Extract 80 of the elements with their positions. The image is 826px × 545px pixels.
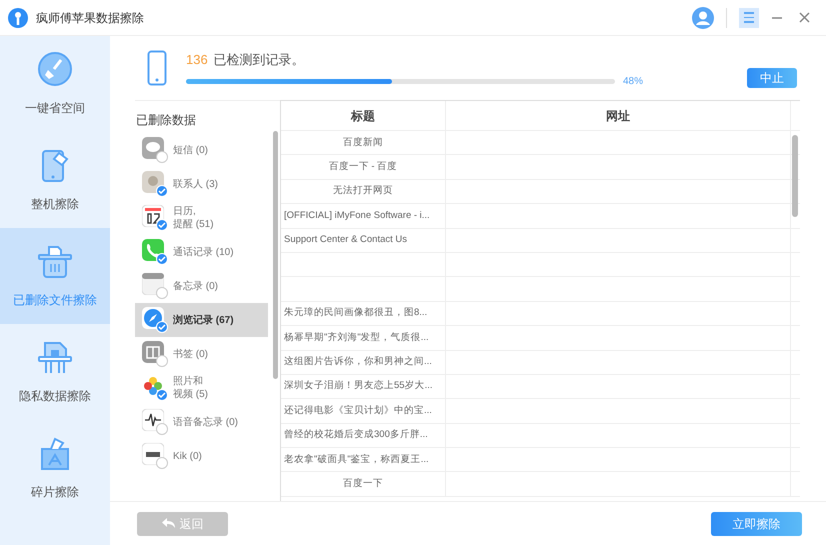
scrollbar[interactable] <box>273 131 278 379</box>
title-cell: 曾经的校花婚后变成300多斤胖... <box>281 424 446 448</box>
category-label: 书签 (0) <box>173 348 208 360</box>
progress-percent: 48% <box>623 75 644 89</box>
title-cell: 这组图片告诉你，你和男神之间... <box>281 350 446 374</box>
user-avatar-icon[interactable] <box>692 6 714 28</box>
category-label: 语音备忘录 (0) <box>173 416 238 428</box>
calendar-app-icon <box>142 205 164 227</box>
trash-icon <box>37 243 73 279</box>
record-count: 136 <box>186 51 208 70</box>
back-arrow-icon <box>162 518 176 529</box>
data-category-item[interactable]: 短信 (0) <box>135 133 268 167</box>
phone-icon <box>147 50 167 86</box>
window-title: 疯师傅苹果数据擦除 <box>36 10 144 26</box>
checkbox[interactable] <box>156 287 168 299</box>
photos-app-icon <box>142 375 164 397</box>
notes-app-icon <box>142 273 164 295</box>
section-heading: 已删除数据 <box>136 112 197 129</box>
category-label: 联系人 (3) <box>173 178 218 190</box>
category-label: 备忘录 (0) <box>173 280 218 292</box>
check-icon <box>158 391 166 399</box>
sidebar-item[interactable]: 一键省空间 <box>0 36 110 132</box>
check-icon <box>158 187 166 195</box>
category-label: Kik (0) <box>173 450 202 462</box>
scan-status-text: 已检测到记录。 <box>214 51 305 70</box>
category-label: 通话记录 (10) <box>173 246 234 258</box>
column-header: 网址 <box>446 101 791 130</box>
title-cell: 无法打开网页 <box>281 180 446 204</box>
menu-button[interactable] <box>739 8 759 28</box>
title-cell: 还记得电影《宝贝计划》中的宝... <box>281 399 446 423</box>
checkbox[interactable] <box>156 151 168 163</box>
sidebar-item[interactable]: 碎片擦除 <box>0 420 110 516</box>
data-category-item[interactable]: 照片和 视频 (5) <box>135 371 268 405</box>
data-category-item[interactable]: 日历, 提醒 (51) <box>135 201 268 235</box>
category-label: 视频 (5) <box>173 388 208 401</box>
stop-button[interactable]: 中止 <box>747 68 797 88</box>
close-icon[interactable] <box>799 12 810 23</box>
message-app-icon <box>142 137 164 159</box>
title-cell: 百度新闻 <box>281 131 446 154</box>
title-cell: [OFFICIAL] iMyFone Software - i... <box>281 204 446 228</box>
contacts-app-icon <box>142 171 164 193</box>
sidebar-item[interactable]: 隐私数据擦除 <box>0 324 110 420</box>
erase-now-button[interactable]: 立即擦除 <box>711 512 802 536</box>
checkbox[interactable] <box>156 457 168 469</box>
title-cell: 深圳女子泪崩！男友恋上55岁大... <box>281 374 446 398</box>
sidebar-item[interactable]: 整机擦除 <box>0 132 110 228</box>
data-category-item[interactable]: 备忘录 (0) <box>135 269 268 303</box>
category-label: 浏览记录 (67) <box>173 314 234 326</box>
title-cell: 杨幂早期"齐刘海"发型，气质很... <box>281 326 446 350</box>
checkbox[interactable] <box>156 423 168 435</box>
title-cell: 朱元璋的民间画像都很丑，图8... <box>281 302 446 326</box>
broom-icon <box>37 51 73 87</box>
call-app-icon <box>142 239 164 261</box>
category-label: 提醒 (51) <box>173 218 214 231</box>
title-cell: Support Center & Contact Us <box>281 228 446 252</box>
data-category-item[interactable]: 浏览记录 (67) <box>135 303 268 337</box>
browser-app-icon <box>142 307 164 329</box>
scrollbar[interactable] <box>792 135 798 217</box>
lock-icon <box>37 339 73 375</box>
books-app-icon <box>142 341 164 363</box>
check-icon <box>158 221 166 229</box>
checkbox[interactable] <box>156 355 168 367</box>
title-cell: 百度一下 - 百度 <box>281 155 446 179</box>
data-category-item[interactable]: 语音备忘录 (0) <box>135 405 268 439</box>
data-category-item[interactable]: 通话记录 (10) <box>135 235 268 269</box>
data-category-item[interactable]: 联系人 (3) <box>135 167 268 201</box>
category-label: 照片和 <box>173 375 204 388</box>
voice-app-icon <box>142 409 164 431</box>
column-header: 标题 <box>281 101 446 130</box>
title-cell: 百度一下 <box>281 472 446 496</box>
check-icon <box>158 255 166 263</box>
check-icon <box>158 323 166 331</box>
category-label: 日历, <box>173 205 197 218</box>
data-category-item[interactable]: Kik (0) <box>135 439 268 473</box>
data-category-item[interactable]: 书签 (0) <box>135 337 268 371</box>
app-logo-icon <box>8 8 28 28</box>
category-label: 短信 (0) <box>173 144 208 156</box>
sidebar-item[interactable]: 已删除文件擦除 <box>0 228 110 324</box>
kik-app-icon <box>142 443 164 465</box>
title-cell: 老农拿"破面具"鉴宝，称西夏王... <box>281 448 446 472</box>
